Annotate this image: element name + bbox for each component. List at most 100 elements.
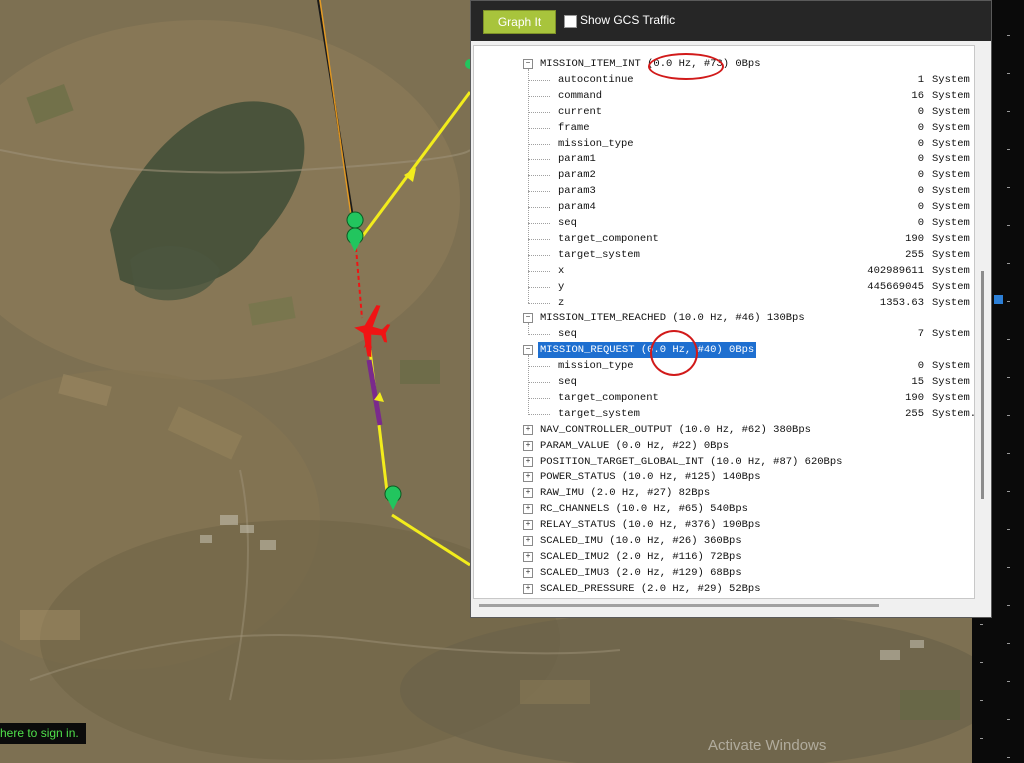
tree-field-row[interactable]: param4 0 System	[474, 199, 974, 215]
tree-field-row[interactable]: frame 0 System	[474, 120, 974, 136]
scale-tick	[1007, 643, 1010, 644]
expand-toggle-icon[interactable]: +	[523, 440, 533, 451]
scale-tick	[1007, 377, 1010, 378]
field-value: 0	[917, 153, 924, 166]
field-value: 0	[917, 105, 924, 118]
tree-field-row[interactable]: target_system 255 System.Byte	[474, 406, 974, 422]
tree-field-row[interactable]: seq 0 System	[474, 215, 974, 231]
scale-tick	[1007, 225, 1010, 226]
field-type: System	[932, 89, 970, 102]
tree-group-row[interactable]: + POSITION_TARGET_GLOBAL_INT (10.0 Hz, #8…	[474, 454, 974, 470]
scale-tick	[980, 700, 983, 701]
tree-group-row[interactable]: + POWER_STATUS (10.0 Hz, #125) 140Bps	[474, 469, 974, 485]
field-type: System	[932, 137, 970, 150]
tree-field-row[interactable]: y 445669045 System	[474, 279, 974, 295]
expand-toggle-icon[interactable]: +	[523, 583, 533, 594]
show-gcs-traffic-checkbox[interactable]	[564, 15, 577, 28]
field-value: 445669045	[867, 280, 924, 293]
expand-toggle-icon[interactable]: +	[523, 472, 533, 483]
field-name: current	[558, 105, 603, 118]
field-type: System	[932, 185, 970, 198]
expand-toggle-icon[interactable]: +	[523, 456, 533, 467]
field-value: 16	[911, 89, 924, 102]
tree-field-row[interactable]: z 1353.63 System	[474, 295, 974, 311]
tree-group-label: SCALED_IMU (10.0 Hz, #26) 360Bps	[540, 535, 742, 547]
field-name: param4	[558, 201, 596, 214]
collapse-toggle-icon[interactable]: −	[523, 59, 533, 69]
tree-field-row[interactable]: mission_type 0 System	[474, 136, 974, 152]
expand-toggle-icon[interactable]: +	[523, 504, 533, 515]
field-name: target_system	[558, 248, 640, 261]
field-value: 190	[905, 391, 924, 404]
tree-group-row[interactable]: + RC_CHANNELS (10.0 Hz, #65) 540Bps	[474, 501, 974, 517]
tree-field-row[interactable]: mission_type 0 System	[474, 358, 974, 374]
tree-group-row[interactable]: − MISSION_ITEM_INT (0.0 Hz, #73) 0Bps	[474, 56, 974, 72]
field-value: 0	[917, 121, 924, 134]
tree-field-row[interactable]: seq 7 System	[474, 326, 974, 342]
field-value: 7	[917, 328, 924, 341]
field-type: System	[932, 73, 970, 86]
tree-field-row[interactable]: command 16 System	[474, 88, 974, 104]
tree-group-label: NAV_CONTROLLER_OUTPUT (10.0 Hz, #62) 380…	[540, 423, 811, 436]
tree-group-row[interactable]: − MISSION_ITEM_REACHED (10.0 Hz, #46) 130…	[474, 310, 974, 326]
scale-tick	[980, 662, 983, 663]
field-value: 15	[911, 376, 924, 388]
tree-group-row[interactable]: + RAW_IMU (2.0 Hz, #27) 82Bps	[474, 485, 974, 501]
tree-group-row[interactable]: − MISSION_REQUEST (0.0 Hz, #40) 0Bps	[474, 342, 974, 359]
tree-group-row[interactable]: + SCALED_IMU3 (2.0 Hz, #129) 68Bps	[474, 565, 974, 581]
expand-toggle-icon[interactable]: +	[523, 536, 533, 546]
tree-group-row[interactable]: + SCALED_IMU2 (2.0 Hz, #116) 72Bps	[474, 549, 974, 565]
expand-toggle-icon[interactable]: +	[523, 567, 533, 578]
field-name: target_system	[558, 407, 640, 420]
scale-marker[interactable]	[994, 295, 1003, 304]
tree-field-row[interactable]: param3 0 System	[474, 183, 974, 199]
scale-tick	[1007, 453, 1010, 454]
scale-tick	[1007, 605, 1010, 606]
tree-group-label: SCALED_PRESSURE (2.0 Hz, #29) 52Bps	[540, 582, 761, 595]
graph-it-button[interactable]: Graph It	[483, 10, 556, 34]
tree-field-row[interactable]: param1 0 System	[474, 151, 974, 167]
field-type: System	[932, 232, 970, 245]
tree-group-row[interactable]: + PARAM_VALUE (0.0 Hz, #22) 0Bps	[474, 438, 974, 454]
field-name: target_component	[558, 232, 659, 245]
sign-in-link[interactable]: here to sign in.	[0, 723, 86, 744]
field-value: 1353.63	[879, 296, 924, 309]
tree-field-row[interactable]: param2 0 System	[474, 167, 974, 183]
scale-tick	[1007, 35, 1010, 36]
tree-group-row[interactable]: + RELAY_STATUS (10.0 Hz, #376) 190Bps	[474, 517, 974, 533]
field-name: autocontinue	[558, 73, 634, 86]
scale-tick	[1007, 187, 1010, 188]
tree-group-row[interactable]: + NAV_CONTROLLER_OUTPUT (10.0 Hz, #62) 38…	[474, 422, 974, 438]
tree-horizontal-scrollbar[interactable]	[479, 604, 879, 607]
field-type: System	[932, 217, 970, 229]
tree-group-row[interactable]: + SCALED_IMU (10.0 Hz, #26) 360Bps	[474, 533, 974, 549]
tree-field-row[interactable]: x 402989611 System	[474, 263, 974, 279]
collapse-toggle-icon[interactable]: −	[523, 313, 533, 324]
field-name: mission_type	[558, 360, 634, 373]
collapse-toggle-icon[interactable]: −	[523, 345, 533, 356]
annotation-circle	[650, 330, 698, 376]
tree-group-row[interactable]: + SCALED_PRESSURE (2.0 Hz, #29) 52Bps	[474, 581, 974, 597]
field-type: System	[932, 248, 970, 261]
tree-field-row[interactable]: target_component 190 System	[474, 231, 974, 247]
expand-toggle-icon[interactable]: +	[523, 424, 533, 435]
tree-field-row[interactable]: target_system 255 System	[474, 247, 974, 263]
tree-group-label: RC_CHANNELS (10.0 Hz, #65) 540Bps	[540, 503, 748, 516]
expand-toggle-icon[interactable]: +	[523, 520, 533, 531]
field-value: 190	[905, 232, 924, 245]
scale-tick	[1007, 491, 1010, 492]
tree-field-row[interactable]: autocontinue 1 System	[474, 72, 974, 88]
tree-field-row[interactable]: current 0 System	[474, 104, 974, 120]
scale-tick	[1007, 567, 1010, 568]
tree-field-row[interactable]: seq 15 System	[474, 374, 974, 390]
field-value: 402989611	[867, 264, 924, 277]
message-tree[interactable]: − MISSION_ITEM_INT (0.0 Hz, #73) 0Bps auto…	[473, 45, 975, 599]
field-type: System	[932, 169, 970, 182]
expand-toggle-icon[interactable]: +	[523, 551, 533, 562]
tree-field-row[interactable]: target_component 190 System	[474, 390, 974, 406]
field-value: 0	[917, 217, 924, 229]
tree-vertical-scrollbar[interactable]	[981, 271, 984, 499]
expand-toggle-icon[interactable]: +	[523, 488, 533, 499]
field-name: command	[558, 89, 603, 102]
field-value: 0	[917, 360, 924, 373]
